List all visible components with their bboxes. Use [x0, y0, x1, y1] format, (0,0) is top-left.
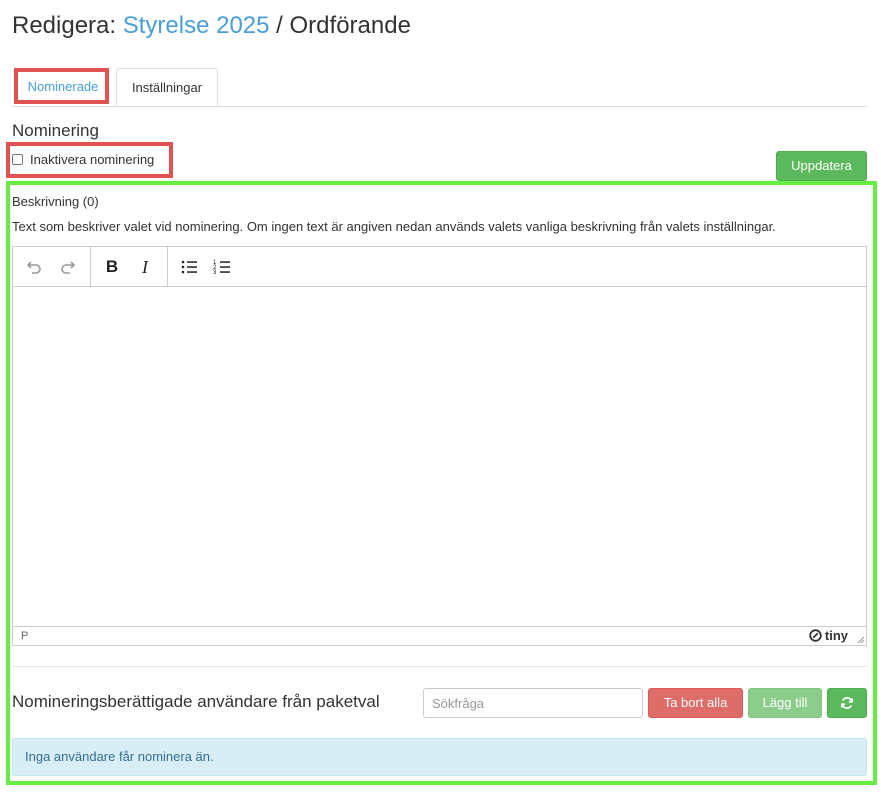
italic-icon[interactable]: I	[131, 253, 159, 281]
election-link[interactable]: Styrelse 2025	[123, 12, 270, 39]
element-path[interactable]: P	[21, 630, 28, 642]
undo-icon[interactable]	[20, 253, 48, 281]
user-search-input[interactable]	[423, 688, 643, 718]
eligible-users-title: Nomineringsberättigade användare från pa…	[12, 692, 380, 711]
toolbar-divider	[167, 247, 168, 286]
numbered-list-icon[interactable]: 1 2 3	[208, 253, 236, 281]
update-button[interactable]: Uppdatera	[776, 151, 867, 181]
tiny-logo-icon	[809, 629, 822, 642]
description-help-text: Text som beskriver valet vid nominering.…	[12, 219, 776, 234]
editor-statusbar: P tiny	[13, 626, 866, 645]
title-prefix: Redigera:	[12, 12, 117, 39]
toolbar-divider	[90, 247, 91, 286]
refresh-button[interactable]	[827, 688, 867, 718]
remove-all-button[interactable]: Ta bort alla	[648, 688, 743, 718]
redo-icon[interactable]	[54, 253, 82, 281]
resize-handle-icon[interactable]	[855, 634, 865, 644]
add-button[interactable]: Lägg till	[748, 688, 822, 718]
tiny-logo[interactable]: tiny	[809, 628, 848, 643]
bullet-list-icon[interactable]	[175, 253, 203, 281]
tiny-brand-text: tiny	[824, 628, 848, 643]
empty-users-alert: Inga användare får nominera än.	[12, 738, 867, 776]
tab-bar: Nominerade Inställningar	[12, 68, 867, 107]
position-name: Ordförande	[289, 12, 411, 39]
highlight-tab-nominerade	[14, 68, 109, 104]
page-title: Redigera: Styrelse 2025 / Ordförande	[12, 12, 411, 40]
nomination-section-title: Nominering	[12, 121, 99, 140]
rich-text-editor[interactable]: B I 1 2 3 P tiny	[12, 246, 867, 646]
tab-installningar[interactable]: Inställningar	[116, 68, 218, 106]
title-separator: /	[276, 12, 283, 39]
svg-text:3: 3	[213, 270, 217, 276]
editor-toolbar: B I 1 2 3	[13, 247, 866, 287]
section-divider	[12, 666, 867, 667]
description-label: Beskrivning (0)	[12, 194, 99, 209]
bold-icon[interactable]: B	[98, 253, 126, 281]
refresh-icon	[840, 697, 854, 709]
highlight-disable-nomination	[6, 142, 173, 178]
